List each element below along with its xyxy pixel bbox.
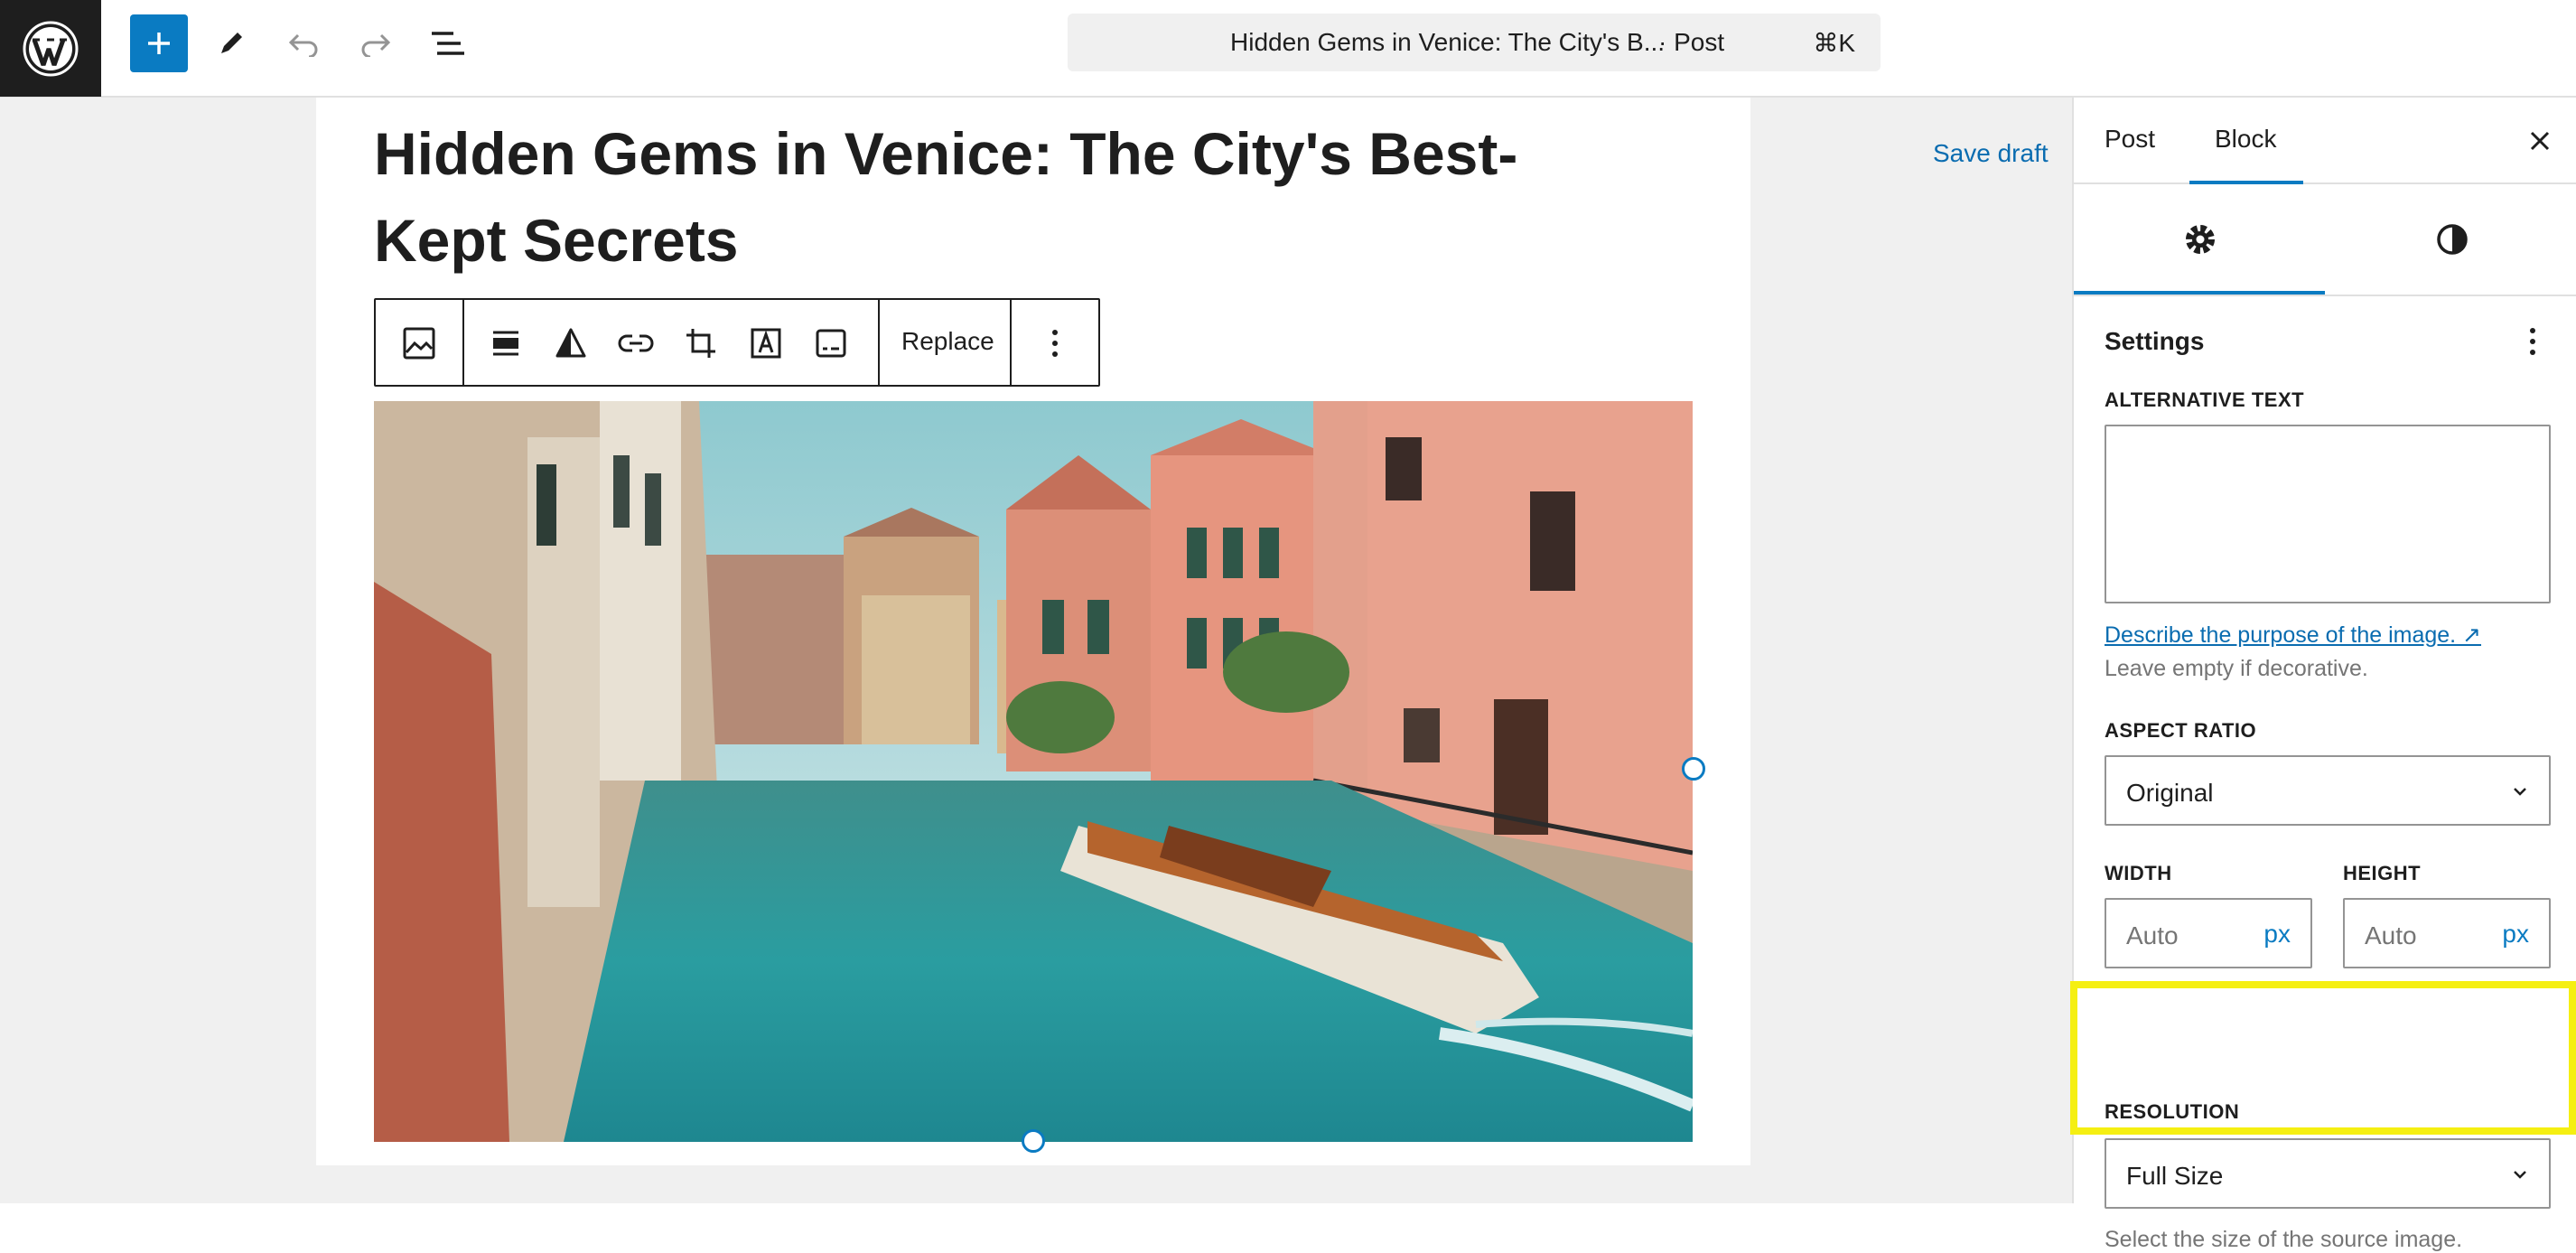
width-placeholder: Auto	[2126, 921, 2179, 949]
settings-sidebar: Post Block Settings ALTERNATIVE TEXT Des…	[2072, 98, 2576, 1252]
crop-icon	[686, 329, 715, 358]
tab-settings[interactable]	[2074, 184, 2326, 295]
list-view-icon	[432, 32, 464, 55]
alt-text-help: Leave empty if decorative.	[2105, 656, 2368, 681]
redo-icon	[361, 33, 391, 57]
undo-button[interactable]	[275, 14, 332, 72]
align-icon	[493, 331, 518, 356]
tools-button[interactable]	[202, 14, 260, 72]
aspect-ratio-select[interactable]: Original	[2105, 755, 2551, 826]
document-type: · Post	[1658, 28, 1725, 56]
chevron-down-icon	[2514, 788, 2526, 796]
redo-button[interactable]	[347, 14, 405, 72]
aspect-ratio-value: Original	[2126, 779, 2214, 807]
caption-icon	[816, 329, 846, 358]
close-icon	[2530, 131, 2550, 151]
tab-post[interactable]: Post	[2105, 125, 2155, 154]
text-overlay-icon	[751, 328, 781, 359]
alt-text-label: ALTERNATIVE TEXT	[2105, 388, 2305, 411]
height-unit-selector[interactable]: px	[2502, 920, 2529, 949]
resize-handle-bottom[interactable]	[1022, 1129, 1045, 1153]
resize-handle-right[interactable]	[1682, 757, 1705, 781]
text-overlay-button[interactable]	[742, 320, 789, 367]
save-draft-button[interactable]: Save draft	[1933, 139, 2049, 168]
document-overview-button[interactable]	[419, 14, 477, 72]
link-icon	[618, 334, 654, 352]
more-vertical-icon	[2530, 328, 2535, 355]
command-palette-bar[interactable]: Hidden Gems in Venice: The City's B... ·…	[1068, 14, 1881, 71]
height-input[interactable]: Auto px	[2343, 898, 2551, 968]
width-unit-selector[interactable]: px	[2263, 920, 2291, 949]
plus-icon	[148, 33, 170, 54]
add-block-button[interactable]	[130, 14, 188, 72]
replace-button[interactable]: Replace	[901, 327, 994, 356]
post-title[interactable]: Hidden Gems in Venice: The City's Best-K…	[374, 110, 1638, 284]
caption-button[interactable]	[807, 320, 854, 367]
tab-block[interactable]: Block	[2215, 125, 2276, 154]
sidebar-tabs: Post Block	[2074, 98, 2576, 184]
resolution-value: Full Size	[2126, 1162, 2224, 1190]
image-block-toolbar: Replace	[374, 298, 1100, 387]
pencil-icon	[221, 33, 242, 53]
align-button[interactable]	[482, 320, 529, 367]
venice-canal-image[interactable]	[374, 401, 1693, 1142]
gear-icon	[2185, 225, 2215, 254]
settings-panel-title[interactable]: Settings	[2105, 327, 2204, 356]
block-options-button[interactable]	[1031, 320, 1078, 367]
height-label: HEIGHT	[2343, 862, 2422, 884]
alt-text-help-link[interactable]: Describe the purpose of the image. ↗	[2105, 622, 2481, 649]
alt-text-textarea[interactable]	[2105, 425, 2551, 603]
document-title: Hidden Gems in Venice: The City's B...	[1230, 28, 1666, 56]
resolution-help: Select the size of the source image.	[2105, 1227, 2463, 1252]
venice-canal-photo	[374, 401, 1693, 1142]
block-inspector-tabs	[2074, 184, 2576, 296]
crop-button[interactable]	[677, 320, 724, 367]
wordpress-logo-icon[interactable]	[0, 0, 101, 97]
editor-header: Hidden Gems in Venice: The City's B... ·…	[0, 0, 2576, 98]
link-button[interactable]	[612, 320, 659, 367]
active-subtab-indicator	[2074, 291, 2325, 295]
resolution-select[interactable]: Full Size	[2105, 1138, 2551, 1209]
height-placeholder: Auto	[2365, 921, 2417, 949]
resolution-label: RESOLUTION	[2105, 1100, 2240, 1123]
chevron-down-icon	[2514, 1171, 2526, 1179]
duotone-button[interactable]	[547, 320, 594, 367]
block-type-button[interactable]	[396, 320, 443, 367]
tab-styles[interactable]	[2326, 184, 2576, 295]
aspect-ratio-label: ASPECT RATIO	[2105, 719, 2257, 742]
styles-contrast-icon	[2436, 224, 2468, 255]
undo-icon	[288, 33, 318, 57]
duotone-icon	[555, 328, 586, 358]
shortcut-hint: ⌘K	[1813, 29, 1855, 57]
width-label: WIDTH	[2105, 862, 2172, 884]
width-input[interactable]: Auto px	[2105, 898, 2312, 968]
more-vertical-icon	[1052, 330, 1058, 357]
settings-options-button[interactable]	[2515, 323, 2551, 360]
image-icon	[403, 327, 435, 360]
close-sidebar-button[interactable]	[2524, 125, 2556, 157]
